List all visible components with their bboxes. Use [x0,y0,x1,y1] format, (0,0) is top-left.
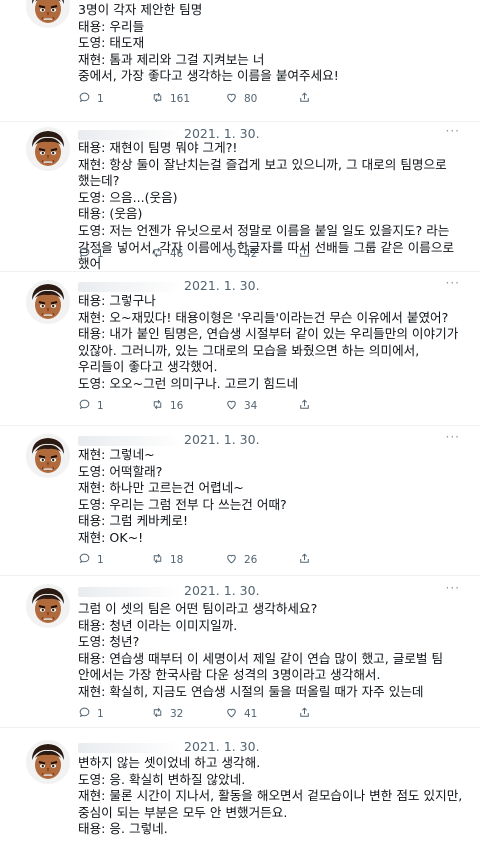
tweet: 3명이 각자 제안한 팀명 태용: 우리들 도영: 태도재 재현: 톰과 제리와… [0,0,480,122]
tweet-text: 태용: 그렇구나 재현: 오~재밌다! 태용이형은 '우리들'이라는건 무슨 이… [78,293,463,391]
avatar[interactable] [26,584,70,628]
more-icon[interactable]: ··· [446,581,460,595]
more-icon[interactable]: ··· [446,276,460,290]
like-button[interactable]: 41 [225,706,257,722]
tweet-text: 3명이 각자 제안한 팀명 태용: 우리들 도영: 태도재 재현: 톰과 제리와… [78,2,339,84]
reply-button[interactable]: 1 [78,246,104,262]
retweet-icon [151,706,164,722]
heart-icon [225,246,238,262]
author-name[interactable] [78,281,182,292]
like-button[interactable]: 42 [225,246,257,262]
tweet-text: 그럼 이 셋의 팀은 어떤 팀이라고 생각하세요? 태용: 청년 이라는 이미지… [78,601,448,699]
share-icon [298,91,311,107]
heart-icon [225,91,238,107]
tweet-text: 재현: 그렇네~ 도영: 어떡할래? 재현: 하나만 고르는건 어렵네~ 도영:… [78,447,287,545]
heart-icon [225,552,238,568]
share-icon [298,246,311,262]
tweet-text: 변하지 않는 셋이었네 하고 생각해. 도영: 응. 확실히 변하질 않았네. … [78,755,467,837]
reply-button[interactable]: 1 [78,706,104,722]
retweet-icon [151,91,164,107]
retweet-button[interactable]: 46 [151,246,183,262]
retweet-button[interactable]: 32 [151,706,183,722]
more-icon[interactable]: ··· [446,124,460,138]
share-button[interactable] [298,398,311,414]
author-name[interactable] [78,586,182,597]
tweet: 2021. 1. 30. ··· 태용: 그렇구나 재현: 오~재밌다! 태용이… [0,272,480,426]
more-icon[interactable]: ··· [446,430,460,444]
retweet-icon [151,552,164,568]
reply-icon [78,246,91,262]
reply-icon [78,91,91,107]
share-button[interactable] [298,246,311,262]
reply-button[interactable]: 1 [78,91,104,107]
tweet-date[interactable]: 2021. 1. 30. [184,739,260,754]
retweet-button[interactable]: 18 [151,552,183,568]
tweet: 2021. 1. 30. ··· 그럼 이 셋의 팀은 어떤 팀이라고 생각하세… [0,576,480,728]
tweet: 2021. 1. 30. ··· 태용: 재현이 팀명 뭐야 그게?! 재현: … [0,122,480,272]
heart-icon [225,398,238,414]
avatar[interactable] [26,434,70,478]
tweet-date[interactable]: 2021. 1. 30. [184,126,260,141]
share-button[interactable] [298,91,311,107]
share-icon [298,552,311,568]
like-button[interactable]: 26 [225,552,257,568]
retweet-icon [151,398,164,414]
tweet-header: 2021. 1. 30. [78,739,260,755]
reply-icon [78,706,91,722]
tweet-date[interactable]: 2021. 1. 30. [184,432,260,447]
like-button[interactable]: 80 [225,91,257,107]
tweet-date[interactable]: 2021. 1. 30. [184,278,260,293]
share-button[interactable] [298,552,311,568]
tweet-text: 태용: 재현이 팀명 뭐야 그게?! 재현: 항상 둘이 잘난치는걸 즐겁게 보… [78,140,459,272]
tweet-header: 2021. 1. 30. [78,583,260,599]
retweet-button[interactable]: 16 [151,398,183,414]
reply-icon [78,552,91,568]
share-icon [298,706,311,722]
share-icon [298,398,311,414]
tweet-header: 2021. 1. 30. [78,278,260,294]
reply-button[interactable]: 1 [78,398,104,414]
author-name[interactable] [78,435,182,446]
heart-icon [225,706,238,722]
avatar[interactable] [26,0,70,28]
tweet-date[interactable]: 2021. 1. 30. [184,583,260,598]
avatar[interactable] [26,740,70,784]
like-button[interactable]: 34 [225,398,257,414]
author-name[interactable] [78,129,182,140]
avatar[interactable] [26,127,70,171]
author-name[interactable] [78,742,182,753]
tweet-header: 2021. 1. 30. [78,432,260,448]
tweet: 2021. 1. 30. ··· 재현: 그렇네~ 도영: 어떡할래? 재현: … [0,426,480,576]
avatar[interactable] [26,280,70,324]
reply-button[interactable]: 1 [78,552,104,568]
retweet-icon [151,246,164,262]
share-button[interactable] [298,706,311,722]
tweet: 2021. 1. 30. 변하지 않는 셋이었네 하고 생각해. 도영: 응. … [0,728,480,841]
retweet-button[interactable]: 161 [151,91,190,107]
reply-icon [78,398,91,414]
